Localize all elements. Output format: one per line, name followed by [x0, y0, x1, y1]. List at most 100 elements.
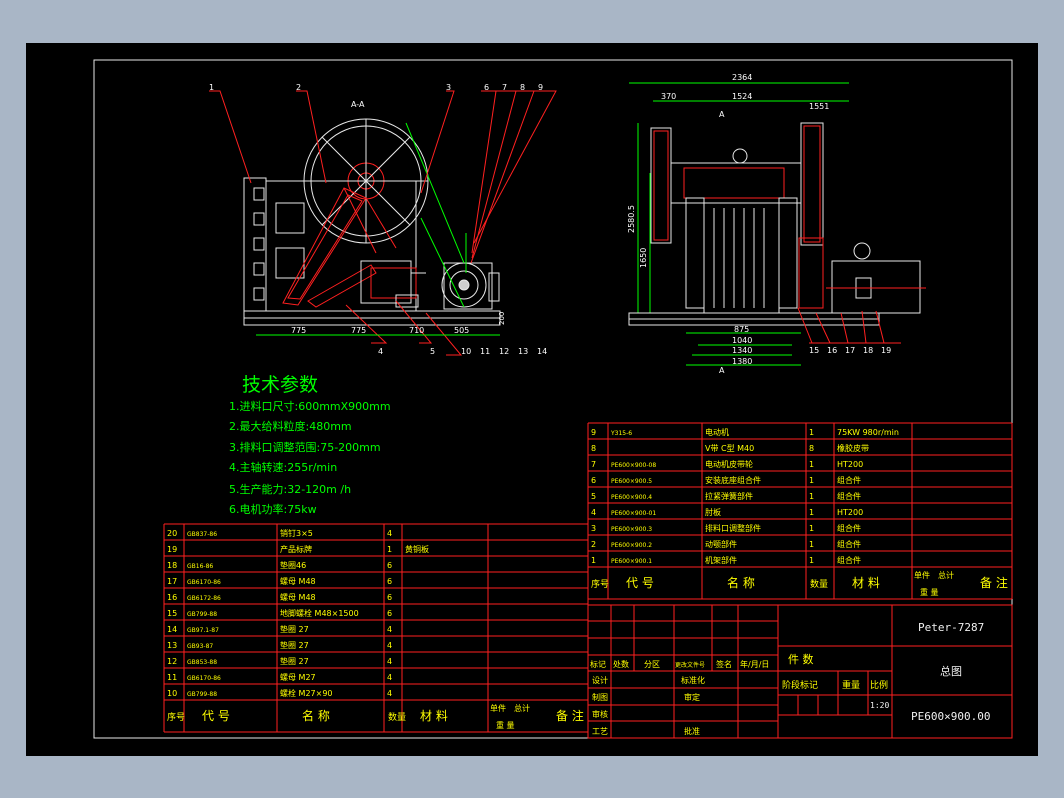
bom-left-cell-code: GB837-86: [187, 531, 217, 538]
tb-date: 年/月/日: [740, 659, 769, 669]
bom-right-cell-qty: 1: [809, 428, 814, 437]
dim-2364: 2364: [732, 73, 752, 82]
bom-right-cell-mat: HT200: [837, 460, 863, 469]
bom-left-cell-code: GB6170-86: [187, 579, 221, 586]
crusher-frame-body: [265, 180, 417, 312]
bom-right-cell-mat: 组合件: [837, 539, 861, 549]
bom-left-cell-name: 螺母 M48: [280, 592, 316, 602]
callout-1: 1: [209, 83, 214, 92]
tb-standard: 标准化: [681, 675, 705, 685]
tech-param-6: 6.电机功率:75kw: [229, 502, 317, 516]
bom-right-cell-name: V带 C型 M40: [705, 444, 754, 453]
bom-left-header-note: 备 注: [556, 708, 584, 723]
tech-params-title: 技术参数: [242, 374, 318, 396]
bom-right-cell-qty: 1: [809, 460, 814, 469]
tb-sign: 签名: [716, 659, 732, 669]
bom-left-cell-name: 垫圈 27: [280, 640, 309, 650]
bom-right-cell-qty: 1: [809, 508, 814, 517]
bom-left-cell-no: 13: [167, 641, 177, 650]
callout-2: 2: [296, 83, 301, 92]
bom-left-cell-name: 垫圈46: [280, 560, 306, 570]
bom-right-cell-mat: 75KW 980r/min: [837, 428, 899, 437]
bom-right-cell-no: 2: [591, 540, 596, 549]
bom-left-cell-no: 17: [167, 577, 177, 586]
bom-left-cell-code: GB16-86: [187, 563, 213, 570]
callout-6: 6: [484, 83, 489, 92]
callout-11: 11: [480, 347, 490, 356]
adjustment-block: [360, 260, 412, 304]
bom-left-header-code: 代 号: [202, 709, 230, 723]
tb-process: 工艺: [592, 727, 608, 736]
tb-zone: 分区: [644, 660, 660, 669]
bom-right-cell-code: PE600×900.5: [611, 478, 652, 485]
bom-left-cell-no: 16: [167, 593, 177, 602]
section-a-top: A: [719, 110, 725, 119]
bom-right-cell-name: 电动机: [705, 427, 729, 437]
tb-scale-value: 1:20: [870, 701, 889, 710]
toggle-plate: [307, 264, 377, 308]
bom-left-cell-qty: 4: [387, 529, 392, 538]
bom-left-cell-no: 12: [167, 657, 177, 666]
dim-875: 875: [734, 325, 749, 334]
tb-count: 处数: [613, 659, 629, 669]
bom-right-cell-code: PE600×900.3: [611, 526, 652, 533]
dim-1524: 1524: [732, 92, 752, 101]
bom-right-cell-qty: 8: [809, 444, 814, 453]
bom-left-cell-no: 15: [167, 609, 177, 618]
bom-right-header-total: 总计: [938, 570, 954, 580]
tech-param-2: 2.最大给料粒度:480mm: [229, 419, 352, 433]
dim-1040: 1040: [732, 336, 752, 345]
cad-drawing: A-A 1 2 3 6 7 8 9 4 5 10 11 12 13 14 775…: [93, 59, 1013, 739]
tech-param-1: 1.进料口尺寸:600mmX900mm: [229, 399, 391, 413]
bom-left-cell-name: 销钉3×5: [280, 528, 313, 538]
dim-1380: 1380: [732, 357, 752, 366]
callout-15: 15: [809, 346, 819, 355]
bom-right-cell-name: 排料口调整部件: [705, 523, 761, 533]
bom-right-cell-code: PE600×900.4: [611, 494, 652, 501]
bom-right-header-mat: 材 料: [852, 576, 880, 590]
bom-right-cell-code: Y315-6: [610, 430, 632, 437]
bom-left-cell-qty: 1: [387, 545, 392, 554]
tb-designer: Peter-7287: [918, 621, 984, 634]
bom-left-cell-name: 垫圈 27: [280, 656, 309, 666]
tb-mark: 标记: [590, 659, 606, 669]
callout-12: 12: [499, 347, 509, 356]
bom-right-header-note: 备 注: [980, 575, 1008, 590]
tech-param-3: 3.排料口调整范围:75-200mm: [229, 440, 381, 454]
bom-right-cell-qty: 1: [809, 524, 814, 533]
callout-5: 5: [430, 347, 435, 356]
bom-right-cell-no: 5: [591, 492, 596, 501]
bom-right-cell-no: 8: [591, 444, 596, 453]
right-side-view: 2364 370 1524 1551 A A 2580.5 1650 875 1…: [627, 73, 926, 375]
bom-right-cell-name: 机架部件: [705, 555, 737, 565]
bom-left-cell-qty: 6: [387, 577, 392, 586]
dim-775-a: 775: [291, 326, 306, 335]
dim-710: 710: [409, 326, 424, 335]
callout-13: 13: [518, 347, 528, 356]
bom-right-cell-qty: 1: [809, 556, 814, 565]
tb-check: 审核: [592, 709, 608, 719]
bom-right-cell-name: 安装底座组合件: [705, 475, 761, 485]
bom-right-cell-mat: 橡胶皮带: [837, 443, 869, 453]
bom-left-cell-no: 18: [167, 561, 177, 570]
bom-left-cell-name: 产品标牌: [280, 544, 312, 554]
tb-piece-count: 件 数: [788, 653, 814, 666]
tb-drawing-name: 总图: [940, 664, 962, 678]
bom-right-cell-no: 4: [591, 508, 596, 517]
bom-left-header-name: 名 称: [302, 708, 330, 723]
bom-left-cell-code: GB799-88: [187, 611, 217, 618]
v-belt: [405, 122, 465, 264]
bom-left-header-qty: 数量: [388, 711, 406, 723]
tb-weight: 重量: [842, 679, 860, 691]
bom-left-cell-qty: 4: [387, 657, 392, 666]
section-a-bottom: A: [719, 366, 725, 375]
bom-right-cell-no: 3: [591, 524, 596, 533]
bom-left-cell-no: 10: [167, 689, 177, 698]
swing-jaw: [282, 187, 367, 306]
bom-right-cell-qty: 1: [809, 492, 814, 501]
tb-scale: 比例: [870, 679, 888, 691]
bom-right-cell-qty: 1: [809, 540, 814, 549]
bom-left-cell-mat: 黄铜板: [405, 544, 429, 554]
bom-left-header-total: 总计: [514, 703, 530, 713]
bom-left-cell-name: 地脚螺栓 M48×1500: [280, 608, 359, 618]
